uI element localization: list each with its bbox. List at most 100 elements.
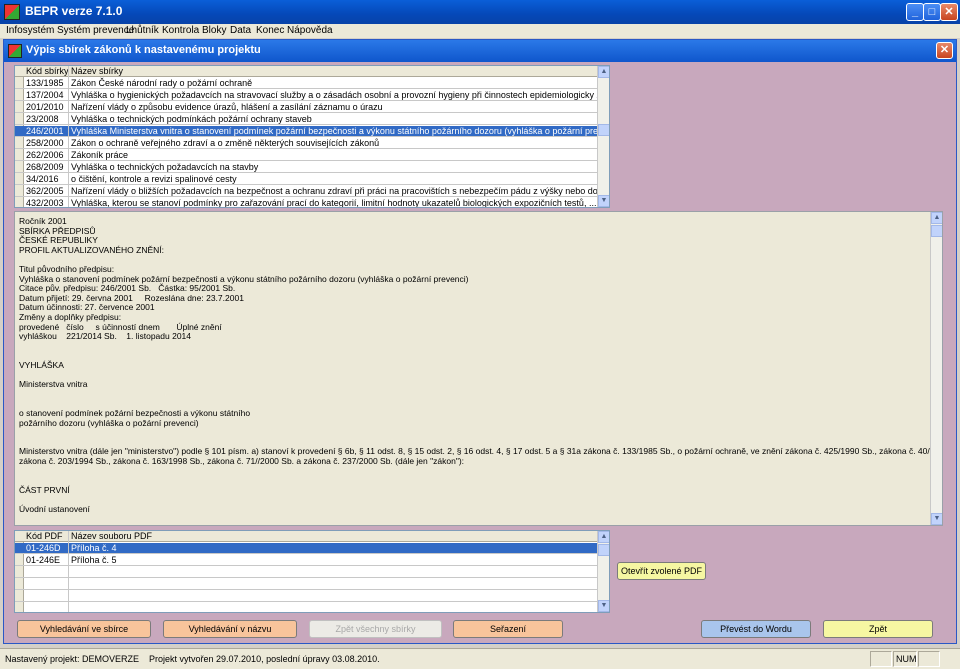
- pdf-grid[interactable]: Kód PDF Název souboru PDF ▶01-246DPříloh…: [14, 530, 610, 613]
- table-row[interactable]: 137/2004 Vyhláška o hygienických požadavc…: [15, 90, 609, 101]
- menu-item-infosystem[interactable]: Infosystém: [6, 25, 54, 36]
- child-close-icon[interactable]: ✕: [936, 42, 953, 59]
- column-divider: [68, 66, 69, 207]
- back-all-collections-button[interactable]: Zpět všechny sbírky: [309, 620, 442, 638]
- cell-code: 137/2004: [26, 90, 64, 100]
- cell-code: 258/2000: [26, 138, 64, 148]
- document-scrollbar[interactable]: ▲ ▼: [930, 212, 942, 525]
- num-indicator: NUM: [896, 654, 917, 664]
- header-nazev-sbirky[interactable]: Název sbírky: [71, 66, 123, 76]
- laws-grid[interactable]: Kód sbírky Název sbírky 133/1985 Zákon Če…: [14, 65, 610, 208]
- export-word-button[interactable]: Převést do Wordu: [701, 620, 811, 638]
- cell-code: 23/2008: [26, 114, 59, 124]
- document-line: SBÍRKA PŘEDPISŮ: [19, 225, 96, 236]
- table-row[interactable]: 268/2009 Vyhláška o technických požadavcí…: [15, 162, 609, 173]
- cell-name: Zákon České národní rady o požární ochra…: [71, 78, 253, 88]
- window-icon: [8, 44, 22, 58]
- close-icon[interactable]: ✕: [940, 3, 958, 21]
- table-row[interactable]: 23/2008 Vyhláška o technických podmínkách…: [15, 114, 609, 125]
- cell-code: 432/2003: [26, 198, 64, 208]
- menu-bar: Infosystém Systém prevence Lhůtník Kontr…: [0, 24, 960, 38]
- status-bar: Nastavený projekt: DEMOVERZE Projekt vyt…: [0, 648, 960, 669]
- cell-name: Vyhláška o technických podmínkách požárn…: [71, 114, 312, 124]
- child-title: Výpis sbírek zákonů k nastavenému projek…: [26, 44, 261, 56]
- cell-name: Nařízení vlády o způsobu evidence úrazů,…: [71, 102, 383, 112]
- table-row[interactable]: 34/2016 o čištění, kontrole a revizi spal…: [15, 174, 609, 185]
- scroll-down-icon[interactable]: ▼: [598, 195, 609, 207]
- table-row[interactable]: 01-246E Příloha č. 5: [15, 555, 609, 566]
- open-pdf-button[interactable]: Otevřít zvolené PDF: [617, 562, 706, 580]
- menu-item-kontrola[interactable]: Kontrola: [162, 25, 199, 36]
- scroll-down-icon[interactable]: ▼: [931, 513, 942, 525]
- document-line: Ministerstvo vnitra (dále jen "ministers…: [19, 446, 943, 457]
- search-collection-button[interactable]: Vyhledávání ve sbírce: [17, 620, 151, 638]
- menu-item-napoveda[interactable]: Nápověda: [287, 25, 333, 36]
- table-row[interactable]: 258/2000 Zákon o ochraně veřejného zdraví…: [15, 138, 609, 149]
- pdf-grid-header: Kód PDF Název souboru PDF: [15, 531, 609, 542]
- status-created: Projekt vytvořen 29.07.2010, poslední úp…: [149, 654, 380, 664]
- table-row-selected[interactable]: ▶01-246DPříloha č. 4: [15, 543, 609, 554]
- document-line: vyhláškou 221/2014 Sb. 1. listopadu 2014: [19, 331, 192, 342]
- document-line: ČESKÉ REPUBLIKY: [19, 235, 98, 246]
- scroll-thumb[interactable]: [598, 124, 609, 136]
- document-line: Úvodní ustanovení: [19, 504, 90, 514]
- table-row[interactable]: 201/2010 Nařízení vlády o způsobu evidenc…: [15, 102, 609, 113]
- minimize-icon[interactable]: _: [906, 3, 924, 21]
- table-row[interactable]: [15, 579, 609, 590]
- table-row-selected[interactable]: ▶246/2001Vyhláška Ministerstva vnitra o …: [15, 126, 609, 137]
- document-line: Citace pův. předpisu: 246/2001 Sb. Částk…: [19, 283, 236, 294]
- table-row[interactable]: 432/2003 Vyhláška, kterou se stanoví podm…: [15, 198, 609, 208]
- sort-button[interactable]: Seřazení: [453, 620, 563, 638]
- table-row[interactable]: [15, 603, 609, 612]
- table-row[interactable]: [15, 567, 609, 578]
- document-line: požárního dozoru (vyhláška o požární pre…: [19, 417, 199, 428]
- scroll-down-icon[interactable]: ▼: [598, 600, 609, 612]
- cell-code: 133/1985: [26, 78, 64, 88]
- cell-code: 01-246D: [26, 543, 61, 553]
- scroll-up-icon[interactable]: ▲: [598, 531, 609, 543]
- cell-name: Vyhláška o hygienických požadavcích na s…: [71, 90, 610, 100]
- header-kod-pdf[interactable]: Kód PDF: [26, 531, 63, 541]
- maximize-icon[interactable]: □: [923, 3, 941, 21]
- document-line: provedené číslo s účinností dnem Úplné z…: [19, 321, 222, 332]
- child-title-bar: Výpis sbírek zákonů k nastavenému projek…: [4, 40, 956, 62]
- cell-code: 262/2006: [26, 150, 64, 160]
- cell-name: Příloha č. 5: [71, 555, 117, 565]
- document-line: Datum přijetí: 29. června 2001 Rozeslána…: [19, 292, 244, 303]
- table-row[interactable]: 262/2006 Zákoník práce: [15, 150, 609, 161]
- document-line: Datum účinnosti: 27. července 2001: [19, 302, 155, 313]
- menu-item-lhutnik[interactable]: Lhůtník: [126, 25, 159, 36]
- header-nazev-souboru[interactable]: Název souboru PDF: [71, 531, 152, 541]
- scroll-thumb[interactable]: [931, 225, 942, 237]
- document-line: Ročník 2001: [19, 216, 67, 226]
- document-line: Ministerstva vnitra: [19, 379, 88, 390]
- header-kod-sbirky[interactable]: Kód sbírky: [26, 66, 69, 76]
- document-line: Vyhláška o stanovení podmínek požární be…: [19, 273, 469, 284]
- cell-code: 34/2016: [26, 174, 59, 184]
- cell-name: Vyhláška Ministerstva vnitra o stanovení…: [71, 126, 610, 136]
- laws-grid-header: Kód sbírky Název sbírky: [15, 66, 609, 77]
- laws-scrollbar[interactable]: ▲ ▼: [597, 66, 609, 207]
- scroll-up-icon[interactable]: ▲: [931, 212, 942, 224]
- column-divider: [68, 531, 69, 612]
- table-row[interactable]: 362/2005 Nařízení vlády o bližších požada…: [15, 186, 609, 197]
- scroll-thumb[interactable]: [598, 544, 609, 556]
- cell-code: 362/2005: [26, 186, 64, 196]
- table-row[interactable]: 133/1985 Zákon České národní rady o požár…: [15, 78, 609, 89]
- cell-code: 268/2009: [26, 162, 64, 172]
- menu-item-data[interactable]: Data: [230, 25, 251, 36]
- document-text-area[interactable]: Ročník 2001 SBÍRKA PŘEDPISŮ ČESKÉ REPUBLIK…: [14, 211, 943, 526]
- status-panel-num: NUM: [893, 651, 917, 667]
- scroll-up-icon[interactable]: ▲: [598, 66, 609, 78]
- menu-item-system-prevence[interactable]: Systém prevence: [57, 25, 134, 36]
- document-line: PROFIL AKTUALIZOVANÉHO ZNĚNÍ:: [19, 244, 164, 255]
- status-project: Nastavený projekt: DEMOVERZE: [5, 654, 140, 664]
- search-name-button[interactable]: Vyhledávání v názvu: [163, 620, 297, 638]
- menu-item-konec[interactable]: Konec: [256, 25, 284, 36]
- back-button[interactable]: Zpět: [823, 620, 933, 638]
- document-line: zákona č. 203/1994 Sb., zákona č. 163/19…: [19, 456, 465, 466]
- app-title-bar: BEPR verze 7.1.0 _ □ ✕: [0, 0, 960, 24]
- pdf-scrollbar[interactable]: ▲ ▼: [597, 531, 609, 612]
- menu-item-bloky[interactable]: Bloky: [202, 25, 226, 36]
- table-row[interactable]: [15, 591, 609, 602]
